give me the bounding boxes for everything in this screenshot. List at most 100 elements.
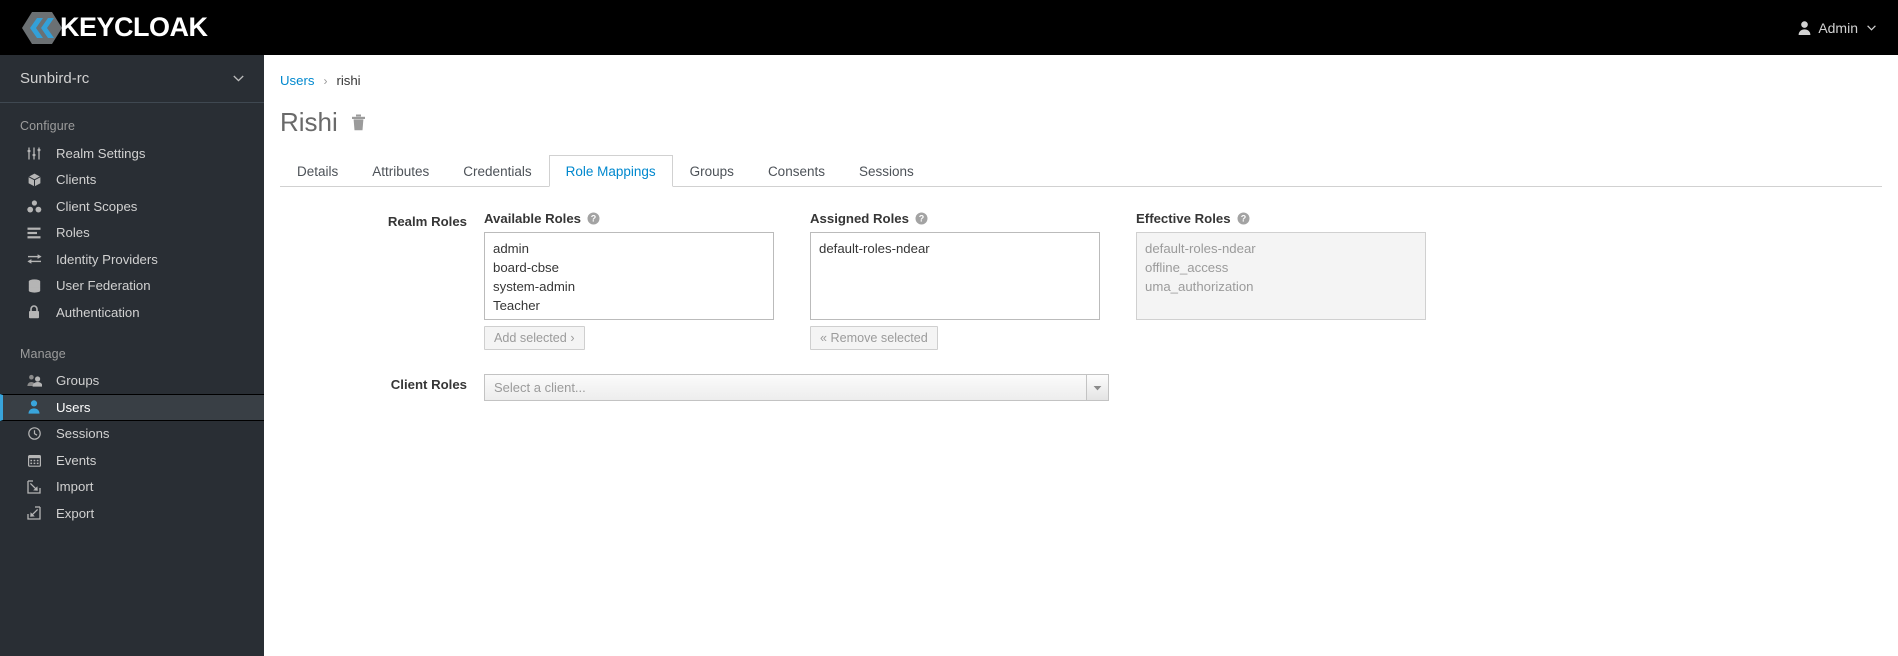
assigned-roles-column: Assigned Roles ? default-roles-ndear « R… [810, 211, 1100, 350]
breadcrumb-users-link[interactable]: Users [280, 73, 314, 88]
tab-details[interactable]: Details [280, 155, 355, 186]
sidebar-item-client-scopes[interactable]: Client Scopes [0, 193, 264, 220]
tab-sessions[interactable]: Sessions [842, 155, 931, 186]
client-select[interactable]: Select a client... [484, 374, 1109, 401]
chevron-down-icon [233, 75, 244, 82]
add-selected-button[interactable]: Add selected › [484, 326, 585, 350]
effective-roles-listbox: default-roles-ndear offline_access uma_a… [1136, 232, 1426, 320]
help-circle-icon[interactable]: ? [1237, 212, 1250, 225]
assigned-roles-listbox[interactable]: default-roles-ndear [810, 232, 1100, 320]
help-circle-icon[interactable]: ? [587, 212, 600, 225]
sidebar-section-manage-title: Manage [20, 346, 66, 361]
sidebar-item-events[interactable]: Events [0, 447, 264, 474]
sidebar-item-clients[interactable]: Clients [0, 167, 264, 194]
clock-icon [25, 426, 43, 441]
sidebar-item-groups[interactable]: Groups [0, 368, 264, 395]
brand-logo[interactable]: KEYCLOAK [22, 8, 208, 48]
sidebar-section-configure-title: Configure [20, 119, 76, 133]
sidebar-item-realm-settings[interactable]: Realm Settings [0, 140, 264, 167]
keycloak-logo-icon [22, 8, 62, 48]
role-mappings-form: Realm Roles Available Roles ? admin boar… [264, 187, 1898, 401]
svg-text:?: ? [591, 214, 597, 224]
calendar-icon [25, 453, 43, 468]
sidebar-item-label: Realm Settings [56, 145, 146, 161]
sidebar-item-label: Groups [56, 373, 100, 389]
sidebar-item-label: Events [56, 452, 97, 468]
list-item[interactable]: admin [485, 239, 773, 258]
admin-label: Admin [1818, 19, 1858, 36]
list-item[interactable]: default-roles-ndear [811, 239, 1099, 258]
effective-roles-title: Effective Roles [1136, 211, 1231, 226]
sidebar-item-identity-providers[interactable]: Identity Providers [0, 246, 264, 273]
realm-roles-columns: Available Roles ? admin board-cbse syste… [484, 211, 1426, 350]
users-icon [25, 373, 43, 388]
assigned-roles-actions: « Remove selected [810, 326, 1100, 350]
available-roles-title: Available Roles [484, 211, 581, 226]
svg-text:?: ? [919, 214, 925, 224]
assigned-roles-header: Assigned Roles ? [810, 211, 1100, 226]
realm-name: Sunbird-rc [20, 70, 90, 87]
exchange-icon [25, 252, 43, 267]
database-icon [25, 278, 43, 293]
list-icon [25, 225, 43, 240]
sidebar-item-sessions[interactable]: Sessions [0, 421, 264, 448]
chevron-down-icon [1865, 24, 1876, 31]
svg-text:?: ? [1240, 214, 1246, 224]
sidebar-item-authentication[interactable]: Authentication [0, 299, 264, 326]
tab-credentials[interactable]: Credentials [446, 155, 548, 186]
user-icon [25, 400, 43, 415]
sidebar-item-label: Authentication [56, 304, 140, 320]
import-arrow-icon [25, 479, 43, 494]
sidebar-item-label: Sessions [56, 426, 110, 442]
tab-bar: Details Attributes Credentials Role Mapp… [280, 155, 1882, 187]
list-item: uma_authorization [1145, 279, 1254, 294]
export-arrow-icon [25, 506, 43, 521]
sidebar-item-users[interactable]: Users [0, 394, 264, 421]
sidebar-item-label: Identity Providers [56, 251, 158, 267]
available-roles-listbox[interactable]: admin board-cbse system-admin Teacher [484, 232, 774, 320]
main-content: Users › rishi Rishi Details Attributes C… [264, 55, 1898, 656]
effective-roles-header: Effective Roles ? [1136, 211, 1426, 226]
tab-role-mappings[interactable]: Role Mappings [548, 155, 673, 187]
client-select-placeholder: Select a client... [494, 380, 586, 395]
breadcrumb-separator: › [323, 73, 328, 88]
sidebar-item-label: Client Scopes [56, 198, 138, 214]
lock-icon [25, 305, 43, 320]
client-roles-row: Client Roles Select a client... [264, 374, 1898, 401]
sidebar-item-user-federation[interactable]: User Federation [0, 273, 264, 300]
cube-icon [25, 172, 43, 187]
remove-selected-button[interactable]: « Remove selected [810, 326, 938, 350]
effective-roles-column: Effective Roles ? default-roles-ndear of… [1136, 211, 1426, 350]
trash-icon[interactable] [351, 114, 366, 131]
sidebar-item-import[interactable]: Import [0, 474, 264, 501]
list-item: default-roles-ndear [1145, 241, 1256, 256]
tab-groups[interactable]: Groups [673, 155, 751, 186]
sidebar-item-label: Users [56, 399, 91, 415]
list-item[interactable]: board-cbse [485, 258, 773, 277]
available-roles-header: Available Roles ? [484, 211, 774, 226]
sidebar-item-label: Import [56, 479, 94, 495]
help-circle-icon[interactable]: ? [915, 212, 928, 225]
list-item[interactable]: Teacher [485, 296, 773, 315]
top-bar-right: Admin [1794, 0, 1898, 55]
tab-consents[interactable]: Consents [751, 155, 842, 186]
realm-selector[interactable]: Sunbird-rc [0, 55, 264, 103]
sidebar-item-label: User Federation [56, 278, 151, 294]
sidebar-item-roles[interactable]: Roles [0, 220, 264, 247]
sliders-icon [25, 146, 43, 161]
list-item[interactable]: system-admin [485, 277, 773, 296]
page-title-row: Rishi [264, 88, 1898, 138]
admin-menu-button[interactable]: Admin [1794, 20, 1880, 36]
available-roles-actions: Add selected › [484, 326, 774, 350]
caret-down-icon[interactable] [1086, 375, 1108, 400]
sidebar-item-label: Roles [56, 225, 90, 241]
sidebar-item-label: Export [56, 505, 95, 521]
assigned-roles-title: Assigned Roles [810, 211, 909, 226]
list-item: offline_access [1145, 260, 1229, 275]
available-roles-column: Available Roles ? admin board-cbse syste… [484, 211, 774, 350]
top-bar: KEYCLOAK Admin [0, 0, 1898, 55]
sidebar-item-export[interactable]: Export [0, 500, 264, 527]
brand-name: KEYCLOAK [60, 12, 208, 42]
realm-roles-row: Realm Roles Available Roles ? admin boar… [264, 211, 1898, 350]
tab-attributes[interactable]: Attributes [355, 155, 446, 186]
